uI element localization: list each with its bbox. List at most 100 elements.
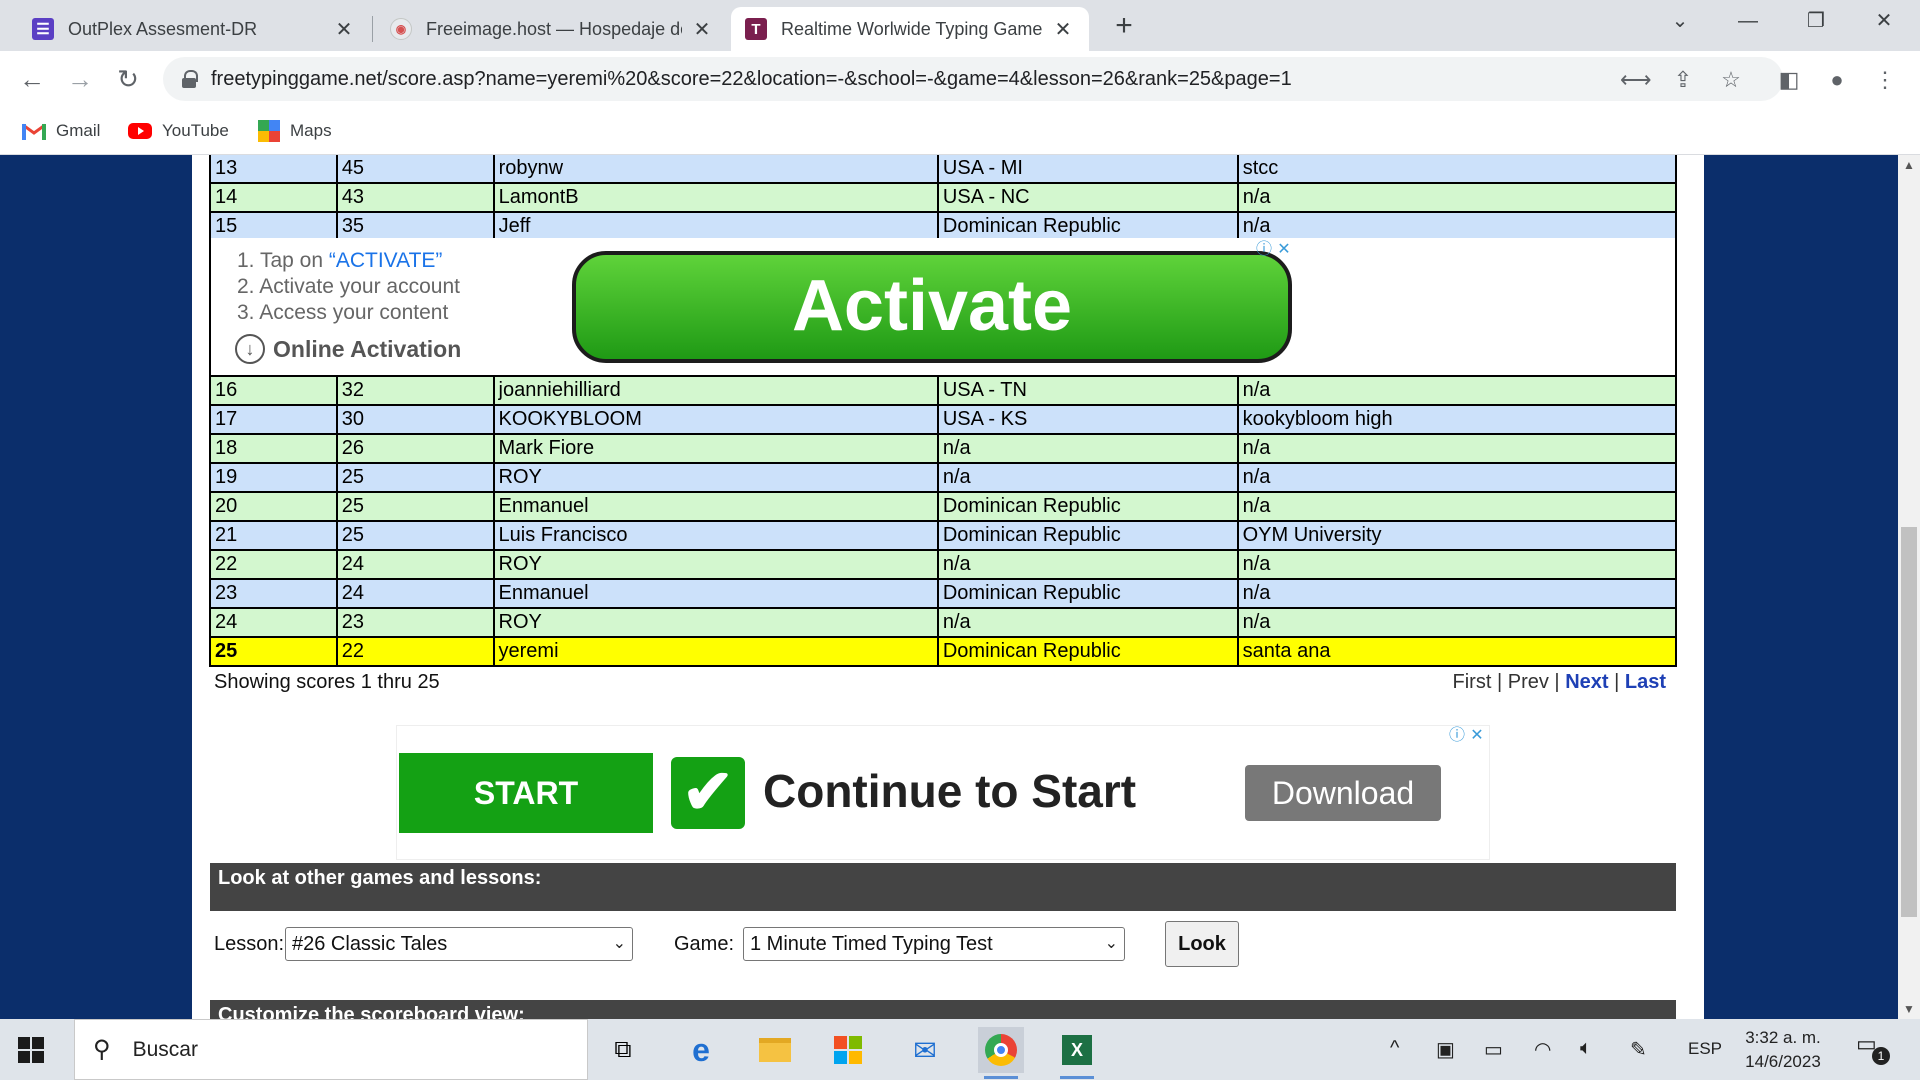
volume-icon[interactable]: 🔈︎ xyxy=(1580,1037,1592,1060)
new-tab-button[interactable]: + xyxy=(1107,10,1141,44)
excel-icon[interactable]: X xyxy=(1054,1027,1100,1079)
school-cell: n/a xyxy=(1236,211,1678,242)
location-cell: n/a xyxy=(936,549,1239,580)
wifi-icon[interactable]: ◠ xyxy=(1534,1037,1551,1062)
rank-cell: 22 xyxy=(209,549,338,580)
online-activation-label: Online Activation xyxy=(273,335,462,362)
pagination-prev: Prev xyxy=(1507,671,1549,693)
school-cell: n/a xyxy=(1236,607,1678,638)
score-cell: 25 xyxy=(335,491,495,522)
score-cell: 30 xyxy=(335,404,495,435)
tab-outplex[interactable]: ☰ OutPlex Assesment-DR ✕ xyxy=(18,7,370,51)
pagination-next-link[interactable]: Next xyxy=(1565,671,1608,693)
activate-ad[interactable]: 1. Tap on “ACTIVATE” 2. Activate your ac… xyxy=(209,238,1677,375)
info-icon[interactable]: ⓘ xyxy=(1254,240,1274,260)
bookmark-gmail[interactable]: Gmail xyxy=(22,117,100,145)
file-explorer-icon[interactable] xyxy=(752,1027,798,1073)
ad-start-button[interactable]: START xyxy=(399,753,653,833)
ad-steps: 1. Tap on “ACTIVATE” 2. Activate your ac… xyxy=(237,248,460,326)
showing-scores-text: Showing scores 1 thru 25 xyxy=(214,671,440,693)
translate-icon[interactable]: ⟷ xyxy=(1620,65,1652,95)
clock-time: 3:32 a. m. xyxy=(1745,1028,1821,1047)
ad-choices[interactable]: ⓘ ✕ xyxy=(1447,726,1487,746)
lesson-select-value: #26 Classic Tales xyxy=(292,933,448,955)
ad-choices[interactable]: ⓘ ✕ xyxy=(1254,240,1294,260)
score-cell: 45 xyxy=(335,155,495,184)
rank-cell: 15 xyxy=(209,211,338,242)
task-view-icon[interactable]: ⧉ xyxy=(600,1027,646,1073)
game-label: Game: xyxy=(674,933,735,955)
forward-button[interactable]: → xyxy=(64,63,96,95)
tab-title: Realtime Worlwide Typing Game xyxy=(781,18,1043,39)
close-icon[interactable]: ✕ xyxy=(332,17,356,42)
table-row: 19 25 ROY n/a n/a xyxy=(209,462,1678,493)
ad-download-button[interactable]: Download xyxy=(1245,765,1441,821)
ad-continue-text[interactable]: Continue to Start xyxy=(763,764,1136,818)
location-cell: USA - TN xyxy=(936,375,1239,406)
clock[interactable]: 3:32 a. m. 14/6/2023 xyxy=(1728,1026,1838,1074)
school-cell: OYM University xyxy=(1236,520,1678,551)
scrollbar-thumb[interactable] xyxy=(1901,527,1917,917)
reload-button[interactable]: ↻ xyxy=(112,63,144,95)
chrome-icon[interactable] xyxy=(978,1027,1024,1079)
meet-now-icon[interactable]: ▣ xyxy=(1436,1037,1455,1062)
side-panel-icon[interactable]: ◧ xyxy=(1774,65,1804,95)
activate-button[interactable]: Activate xyxy=(572,251,1292,363)
bookmark-maps[interactable]: Maps xyxy=(258,117,332,145)
ad-step-2: 2. Activate your account xyxy=(237,275,460,298)
tab-freeimage[interactable]: ◉ Freeimage.host — Hospedaje de ✕ xyxy=(376,7,728,51)
minimize-button[interactable]: — xyxy=(1722,6,1774,36)
windows-start-icon[interactable] xyxy=(18,1037,44,1063)
close-window-button[interactable]: ✕ xyxy=(1858,6,1910,36)
lookup-form: Lesson: #26 Classic Tales ⌄ Game: 1 Minu… xyxy=(214,921,1674,969)
score-cell: 43 xyxy=(335,182,495,213)
restore-button[interactable]: ❐ xyxy=(1790,6,1842,36)
close-ad-icon[interactable]: ✕ xyxy=(1467,726,1487,746)
menu-kebab-icon[interactable]: ⋮ xyxy=(1870,65,1900,95)
close-icon[interactable]: ✕ xyxy=(1051,17,1075,42)
location-cell: USA - KS xyxy=(936,404,1239,435)
pagination-last-link[interactable]: Last xyxy=(1625,671,1666,693)
lesson-select[interactable]: #26 Classic Tales ⌄ xyxy=(285,927,633,961)
address-bar[interactable]: freetypinggame.net/score.asp?name=yeremi… xyxy=(163,57,1783,101)
freeimage-icon: ◉ xyxy=(390,18,412,40)
table-row: 24 23 ROY n/a n/a xyxy=(209,607,1678,638)
bookmark-star-icon[interactable]: ☆ xyxy=(1716,65,1746,95)
tab-typing-game[interactable]: T Realtime Worlwide Typing Game ✕ xyxy=(731,7,1089,51)
info-icon[interactable]: ⓘ xyxy=(1447,726,1467,746)
lock-icon[interactable] xyxy=(181,70,198,88)
location-cell: USA - MI xyxy=(936,155,1239,184)
school-cell: n/a xyxy=(1236,491,1678,522)
mail-icon[interactable]: ✉ xyxy=(902,1027,948,1073)
name-cell: ROY xyxy=(492,549,939,580)
look-button[interactable]: Look xyxy=(1165,921,1239,967)
profile-icon[interactable]: ● xyxy=(1822,65,1852,95)
page-content: 13 45 robynw USA - MI stcc 14 43 LamontB… xyxy=(192,155,1704,1019)
name-cell: Enmanuel xyxy=(492,578,939,609)
language-indicator[interactable]: ESP xyxy=(1688,1039,1722,1059)
vertical-scrollbar[interactable]: ▲ ▼ xyxy=(1898,155,1920,1019)
score-cell: 26 xyxy=(335,433,495,464)
notifications-icon[interactable]: ▭ 1 xyxy=(1856,1031,1890,1065)
chevron-down-icon: ⌄ xyxy=(612,935,626,952)
close-ad-icon[interactable]: ✕ xyxy=(1274,240,1294,260)
location-cell: n/a xyxy=(936,433,1239,464)
microsoft-store-icon[interactable] xyxy=(826,1027,872,1073)
school-cell: n/a xyxy=(1236,433,1678,464)
scroll-down-icon[interactable]: ▼ xyxy=(1898,999,1920,1019)
battery-icon[interactable]: ▭ xyxy=(1484,1037,1503,1062)
close-icon[interactable]: ✕ xyxy=(690,17,714,42)
taskbar-search-box[interactable]: ⚲ Buscar xyxy=(74,1019,588,1080)
clock-date: 14/6/2023 xyxy=(1745,1052,1821,1071)
pen-icon[interactable]: ✎ xyxy=(1630,1037,1647,1062)
show-hidden-icons-chevron-icon[interactable]: ^ xyxy=(1390,1037,1399,1060)
edge-icon[interactable]: e xyxy=(678,1027,724,1073)
back-button[interactable]: ← xyxy=(16,63,48,95)
share-icon[interactable]: ⇪ xyxy=(1668,65,1698,95)
scroll-up-icon[interactable]: ▲ xyxy=(1898,155,1920,175)
tab-search-chevron-icon[interactable]: ⌄ xyxy=(1654,6,1706,36)
game-select[interactable]: 1 Minute Timed Typing Test ⌄ xyxy=(743,927,1125,961)
continue-ad[interactable]: START ✔ Continue to Start Download ⓘ ✕ xyxy=(396,725,1490,860)
name-cell: Jeff xyxy=(492,211,939,242)
bookmark-youtube[interactable]: YouTube xyxy=(128,117,229,145)
